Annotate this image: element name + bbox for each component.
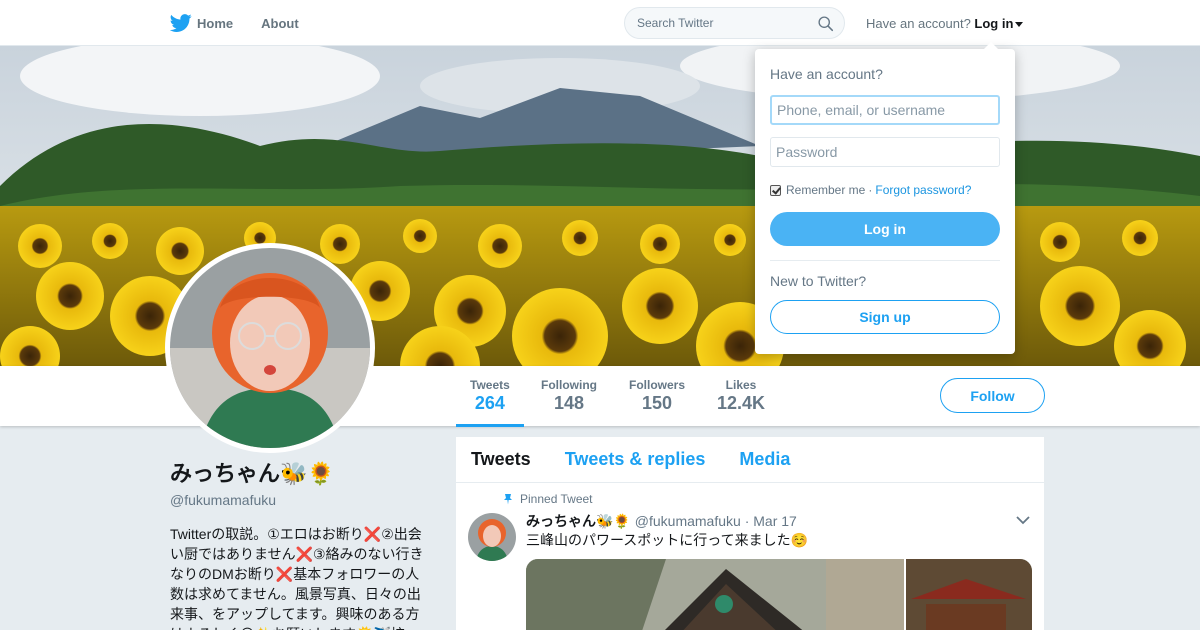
nav-about[interactable]: About xyxy=(261,16,299,31)
tweet-separator: · xyxy=(744,513,750,529)
pinned-label: Pinned Tweet xyxy=(520,492,593,506)
top-navigation-bar: Home About Have an account? Log in xyxy=(0,0,1200,46)
tweet-header: みっちゃん🐝🌻 @fukumamafuku · Mar 17 xyxy=(526,511,797,531)
search-icon[interactable] xyxy=(817,15,834,32)
login-dropdown-toggle[interactable]: Log in xyxy=(974,16,1024,31)
profile-handle[interactable]: @fukumamafuku xyxy=(170,492,430,508)
avatar-photo xyxy=(170,248,370,448)
remember-checkbox[interactable] xyxy=(770,184,781,196)
divider xyxy=(770,260,1000,261)
have-account-label: Have an account? xyxy=(866,16,971,31)
login-button[interactable]: Log in xyxy=(770,212,1000,246)
username-field[interactable] xyxy=(770,95,1000,125)
stat-likes-label: Likes xyxy=(725,378,757,392)
stat-following-value: 148 xyxy=(553,393,585,413)
stat-tweets-label: Tweets xyxy=(470,378,510,392)
stat-followers[interactable]: Followers 150 xyxy=(629,378,685,414)
tweet-author-handle[interactable]: @fukumamafuku xyxy=(635,513,741,529)
stat-following[interactable]: Following 148 xyxy=(541,378,597,414)
login-dropdown: Have an account? Remember me · Forgot pa… xyxy=(755,42,1015,354)
twitter-bird-icon xyxy=(170,14,192,32)
tweet-media[interactable] xyxy=(526,559,1032,630)
stat-followers-value: 150 xyxy=(641,393,673,413)
profile-avatar[interactable] xyxy=(165,243,375,453)
stat-followers-label: Followers xyxy=(629,378,686,392)
follow-button[interactable]: Follow xyxy=(940,378,1045,413)
stat-tweets[interactable]: Tweets 264 xyxy=(456,378,524,427)
tweet-media-shrine-photo xyxy=(526,559,1032,630)
profile-name: みっちゃん🐝🌻 xyxy=(170,461,335,486)
search-box xyxy=(624,7,845,39)
nav-left: Home About xyxy=(170,0,327,46)
login-prompt: Have an account? Log in xyxy=(866,16,1024,31)
remember-row: Remember me · Forgot password? xyxy=(770,183,971,197)
tweet-text: 三峰山のパワースポットに行って来ました☺️ xyxy=(526,532,809,548)
caret-down-icon xyxy=(1015,22,1024,28)
tab-tweets[interactable]: Tweets xyxy=(471,449,531,470)
profile-bio: Twitterの取説。①エロはお断り❌②出会い厨ではありません❌③絡みのない行き… xyxy=(170,526,424,630)
timeline: Tweets Tweets & replies Media Pinned Twe… xyxy=(456,437,1044,630)
new-to-twitter-label: New to Twitter? xyxy=(770,273,867,289)
tweet-author-name[interactable]: みっちゃん🐝🌻 xyxy=(526,513,631,529)
stat-likes-value: 12.4K xyxy=(717,393,766,413)
tweet-avatar[interactable] xyxy=(468,513,516,561)
stat-likes[interactable]: Likes 12.4K xyxy=(717,378,765,414)
login-link-label: Log in xyxy=(974,16,1014,31)
nav-about-label: About xyxy=(261,15,299,31)
signup-button[interactable]: Sign up xyxy=(770,300,1000,334)
forgot-password-link[interactable]: Forgot password? xyxy=(875,183,971,197)
password-field[interactable] xyxy=(770,137,1000,167)
tab-tweets-replies[interactable]: Tweets & replies xyxy=(565,449,706,470)
search-input[interactable] xyxy=(637,16,807,30)
stat-following-label: Following xyxy=(541,378,597,392)
nav-home[interactable]: Home xyxy=(170,12,233,34)
remember-separator: · xyxy=(868,183,873,197)
chevron-down-icon[interactable] xyxy=(1016,515,1030,525)
remember-label: Remember me xyxy=(786,183,866,197)
tweet-date[interactable]: Mar 17 xyxy=(753,513,797,529)
login-dropdown-title: Have an account? xyxy=(770,66,883,82)
pin-icon xyxy=(504,494,512,505)
timeline-tabs: Tweets Tweets & replies Media xyxy=(456,437,1044,483)
pinned-indicator: Pinned Tweet xyxy=(502,492,593,506)
nav-home-label: Home xyxy=(197,15,234,31)
tab-media[interactable]: Media xyxy=(739,449,790,470)
profile-card: みっちゃん🐝🌻 @fukumamafuku Twitterの取説。①エロはお断り… xyxy=(170,458,430,630)
stat-tweets-value: 264 xyxy=(474,393,505,413)
tweet-avatar-photo xyxy=(468,513,516,561)
